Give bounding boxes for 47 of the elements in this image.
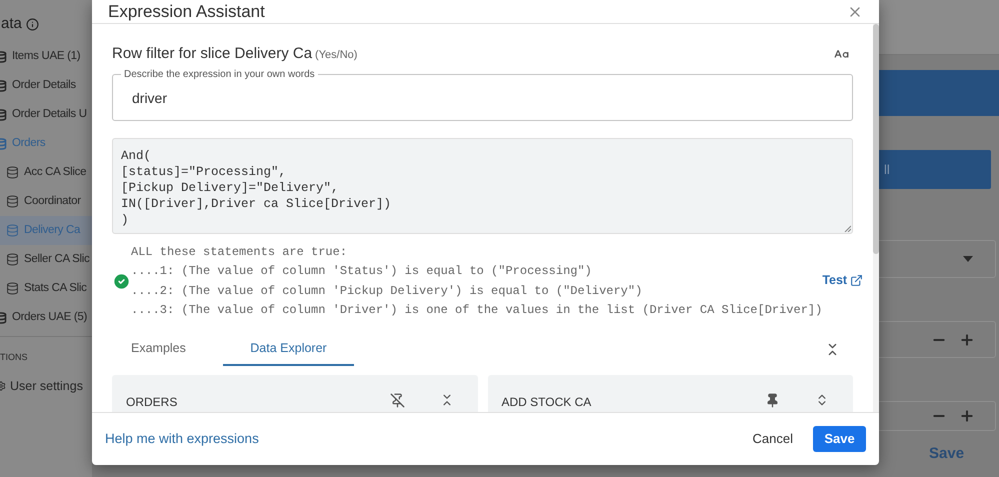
save-button[interactable]: Save <box>813 426 866 452</box>
test-link[interactable]: Test <box>822 271 864 290</box>
table-card[interactable]: ADD STOCK CA <box>488 374 853 412</box>
scrollbar[interactable] <box>873 24 879 412</box>
table-name: ADD STOCK CA <box>502 394 592 410</box>
field-value: driver <box>132 88 168 108</box>
type-hint: (Yes/No) <box>315 48 358 63</box>
resize-handle-icon[interactable] <box>844 224 851 232</box>
expression-editor[interactable]: And( [status]="Processing", [Pickup Delivery]="Delivery", IN([Driver],Driver ca Slice[Driver]) ) <box>112 138 853 234</box>
sidebar-item[interactable]: Coordinator <box>0 187 92 216</box>
table-name: ORDERS <box>126 394 178 410</box>
cancel-button[interactable]: Cancel <box>740 426 805 452</box>
database-icon <box>6 282 19 295</box>
dialog-title: Expression Assistant <box>108 2 265 22</box>
settings-link[interactable]: User settings <box>10 376 83 396</box>
table-card[interactable]: ORDERS <box>112 374 478 412</box>
database-icon <box>6 224 19 237</box>
sidebar-item[interactable]: Orders UAE (5) <box>0 303 92 332</box>
dropdown-caret-icon <box>963 256 973 262</box>
sidebar-item[interactable]: Seller CA Slic <box>0 245 92 274</box>
tab[interactable]: Examples <box>131 332 223 366</box>
database-icon <box>6 253 19 266</box>
help-link[interactable]: Help me with expressions <box>105 428 259 450</box>
field-label: Describe the expression in your own words <box>123 68 316 80</box>
database-icon <box>6 195 19 208</box>
sidebar-item[interactable]: Order Details U <box>0 100 92 129</box>
info-icon <box>26 18 39 30</box>
section-label: TIONS <box>0 351 29 364</box>
result-statement: ....3: (The value of column 'Driver') is one of the values in the list (Driver CA Slice[Driver]) <box>131 302 822 319</box>
expression-code: And( [status]="Processing", [Pickup Delivery]="Delivery", IN([Driver],Driver ca Slice[Driver]) ) <box>121 148 392 228</box>
plus-icon[interactable] <box>959 408 975 424</box>
pin-icon[interactable] <box>765 392 780 408</box>
plus-icon[interactable] <box>959 332 975 348</box>
external-link-icon <box>850 274 864 287</box>
sidebar-item[interactable]: Acc CA Slice <box>0 158 92 187</box>
database-icon <box>6 166 19 179</box>
description-field[interactable]: Describe the expression in your own words driver <box>112 68 853 120</box>
sidebar-item[interactable]: Items UAE (1) <box>0 42 92 71</box>
pin-off-icon[interactable] <box>390 392 404 408</box>
tab[interactable]: Data Explorer <box>223 332 354 366</box>
result-statement: ....1: (The value of column 'Status') is equal to ("Processing") <box>131 263 593 280</box>
result-summary: ALL these statements are true: <box>131 244 348 260</box>
result-statement: ....2: (The value of column 'Pickup Delivery') is equal to ("Delivery") <box>131 282 644 300</box>
sidebar-item[interactable]: Stats CA Slic <box>0 274 92 303</box>
sidebar-title: ata <box>1 14 22 34</box>
sidebar-item[interactable]: Order Details <box>0 71 92 100</box>
filter-heading: Row filter for slice Delivery Ca <box>112 44 312 64</box>
